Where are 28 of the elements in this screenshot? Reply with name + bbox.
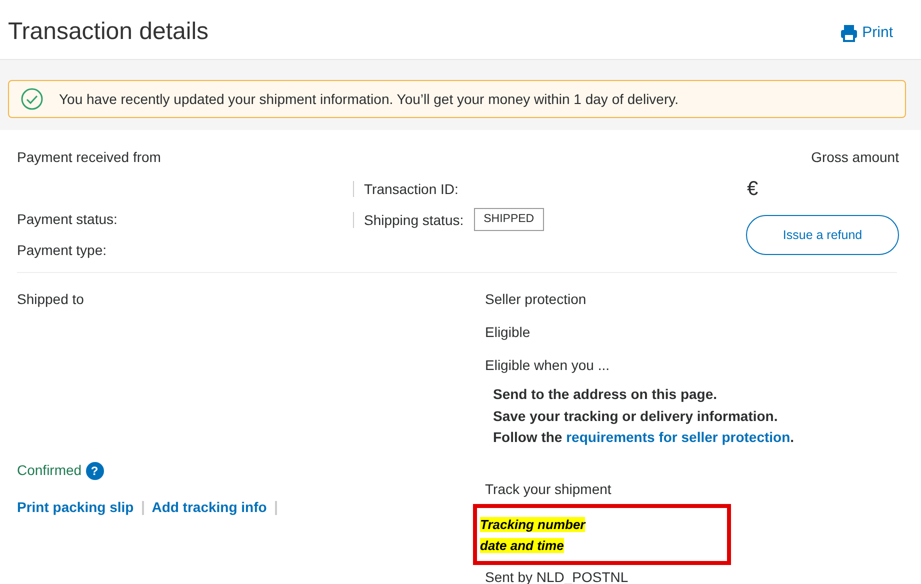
field-label: Payment status:	[17, 210, 118, 229]
print-link[interactable]: Print	[840, 22, 893, 44]
requirement-text: Send to the address on this page.	[493, 385, 718, 404]
section-heading: Seller protection	[485, 290, 588, 309]
help-icon[interactable]: ?	[86, 462, 104, 480]
field-label: Payment type:	[17, 241, 106, 260]
highlighted-text: date and time	[480, 538, 564, 552]
action-link[interactable]: Add tracking info	[152, 497, 267, 518]
field-label: Transaction ID:	[353, 180, 458, 196]
action-link[interactable]: Print packing slip	[17, 497, 134, 518]
field-label: Gross amount	[811, 148, 899, 167]
check-circle-icon	[21, 88, 43, 110]
field-label: Payment received from	[17, 148, 161, 167]
requirement-text: Save your tracking or delivery information.	[493, 406, 779, 426]
currency-symbol: €	[747, 176, 758, 202]
printer-icon	[840, 24, 858, 42]
requirement-text: Follow the requirements for seller protection.	[493, 428, 796, 447]
section-heading: Shipped to	[17, 290, 85, 309]
status-tag: SHIPPED	[474, 208, 544, 232]
page-title: Transaction details	[8, 17, 209, 47]
requirements-link[interactable]: requirements for seller protection	[566, 429, 790, 445]
refund-button[interactable]: Issue a refund	[746, 215, 899, 255]
field-label: Eligible when you ...	[485, 356, 611, 375]
protection-status: Eligible	[485, 323, 532, 342]
alert-message: You have recently updated your shipment information. You’ll get your money within 1 day of delivery.	[59, 90, 678, 109]
address-status: Confirmed	[17, 461, 82, 480]
field-label: Shipping status:	[353, 212, 464, 228]
section-heading: Track your shipment	[485, 480, 612, 499]
